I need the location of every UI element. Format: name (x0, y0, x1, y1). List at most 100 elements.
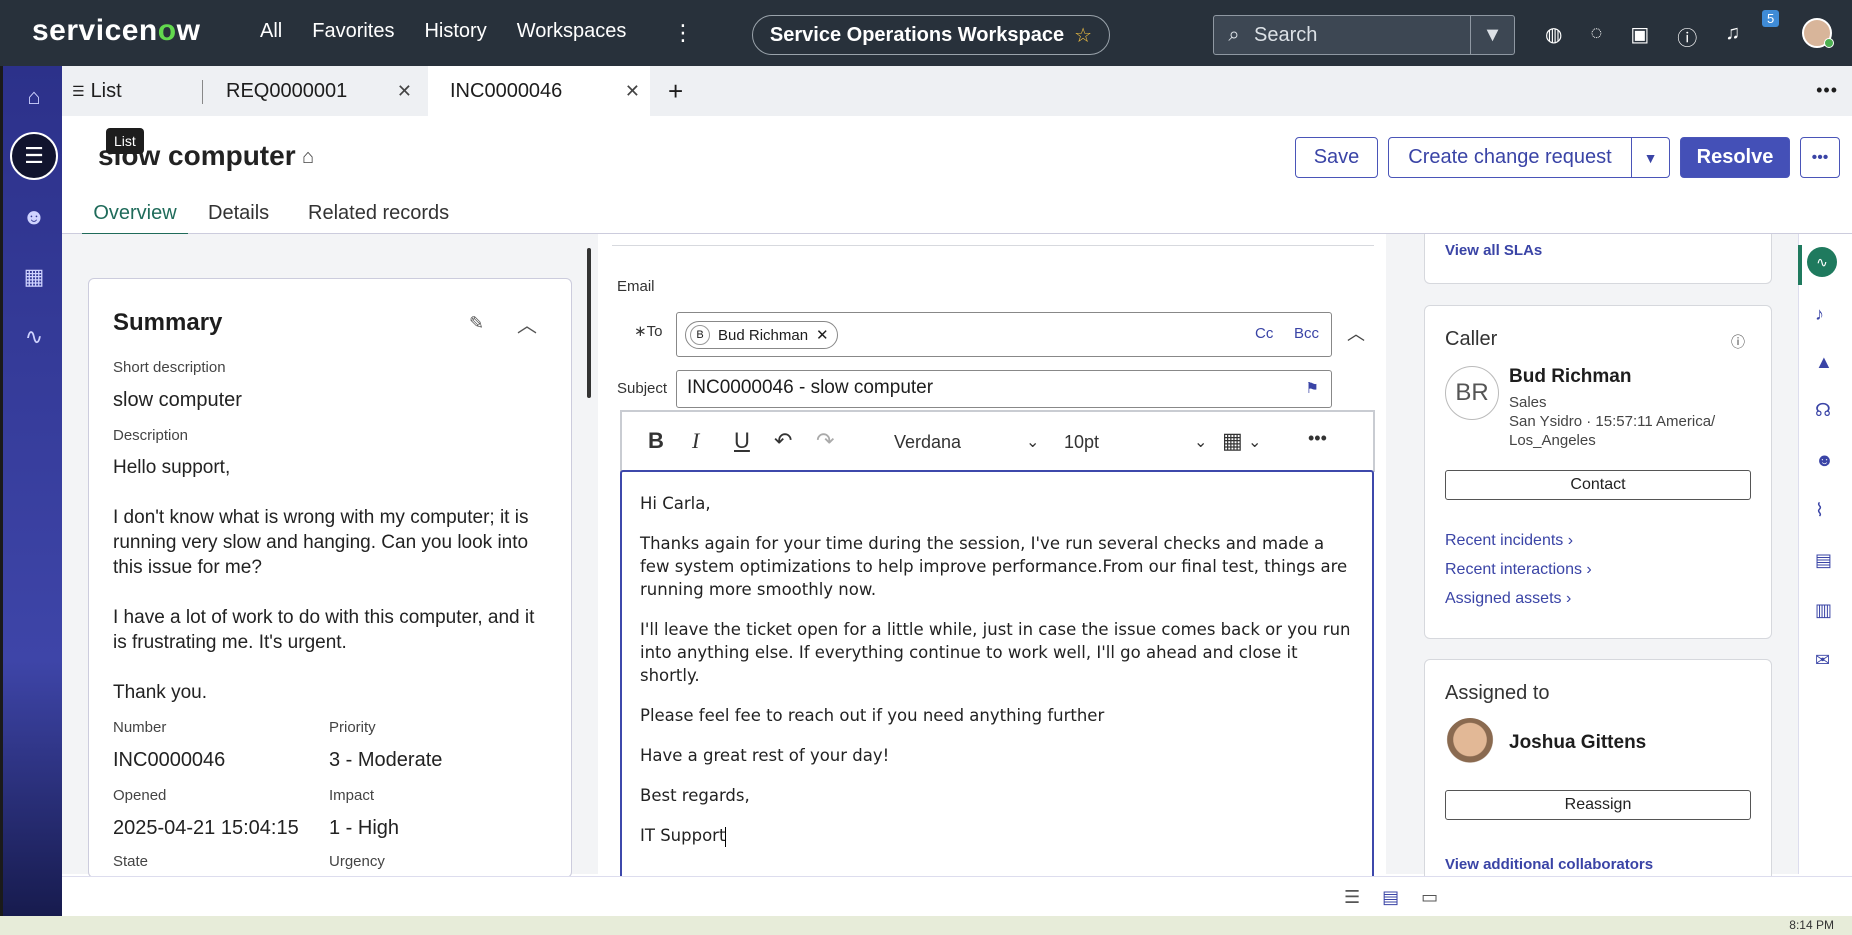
opened-label: Opened (113, 787, 167, 804)
people-icon[interactable]: ☻ (1815, 450, 1834, 471)
body-signature: IT Support (640, 826, 726, 845)
summary-title: Summary (113, 309, 223, 336)
bell-icon[interactable]: ♫ (1725, 22, 1740, 51)
more-horizontal-icon[interactable]: ••• (1816, 80, 1838, 101)
activity-icon[interactable]: ∿ (1807, 247, 1837, 277)
more-options-icon[interactable]: ••• (1308, 428, 1327, 449)
calendar-clock-icon[interactable]: ▦ (13, 256, 55, 298)
collapse-icon[interactable]: ︿ (1347, 320, 1365, 346)
split-view-icon[interactable]: ▤ (1382, 887, 1399, 908)
font-family-select[interactable]: Verdana (894, 432, 961, 453)
screen-icon[interactable]: ▣ (1630, 22, 1649, 51)
pencil-icon[interactable]: ✎ (469, 313, 484, 334)
recent-interactions-link[interactable]: Recent interactions › (1445, 561, 1592, 579)
graduation-cap-icon[interactable]: ▲ (1815, 352, 1833, 373)
undo-icon[interactable]: ↶ (774, 428, 792, 454)
more-actions-icon[interactable]: ••• (1800, 137, 1840, 178)
bcc-button[interactable]: Bcc (1294, 325, 1319, 342)
table-icon[interactable]: ▦ (1222, 428, 1243, 454)
nav-history[interactable]: History (424, 20, 486, 43)
email-body-editor[interactable]: Hi Carla, Thanks again for your time dur… (620, 470, 1374, 880)
search-input[interactable]: Search (1254, 24, 1470, 47)
font-size-select[interactable]: 10pt (1064, 432, 1099, 453)
home-icon[interactable]: ⌂ (13, 76, 55, 118)
tab-req-label: REQ0000001 (226, 79, 348, 102)
top-nav-menu: All Favorites History Workspaces (260, 20, 626, 43)
reassign-button[interactable]: Reassign (1445, 790, 1751, 820)
chevron-down-icon[interactable]: ⌄ (1026, 432, 1039, 452)
editor-toolbar: B I U ↶ ↷ Verdana ⌄ 10pt ⌄ ▦ ⌄ ••• (620, 410, 1375, 472)
subject-field[interactable]: INC0000046 - slow computer ⚑ (676, 370, 1332, 408)
text-caret (725, 826, 727, 847)
create-change-request-button[interactable]: Create change request (1388, 137, 1632, 178)
headset-icon[interactable]: ☊ (1815, 400, 1831, 421)
bell-icon[interactable]: ♪ (1815, 304, 1824, 325)
notes-icon[interactable]: ▥ (1815, 600, 1832, 621)
tab-overview[interactable]: Overview (82, 202, 188, 236)
recipient-chip[interactable]: B Bud Richman ✕ (685, 321, 838, 349)
tag-icon[interactable]: ⌂ (302, 146, 314, 169)
mail-icon[interactable]: ✉ (1815, 650, 1830, 671)
redo-icon[interactable]: ↷ (816, 428, 834, 454)
flag-icon[interactable]: ⚑ (1306, 379, 1319, 397)
document-icon[interactable]: ▤ (1815, 550, 1832, 571)
tab-req0000001[interactable]: REQ0000001 ✕ (204, 66, 422, 116)
chat-icon[interactable]: ◌ (1590, 22, 1602, 51)
assigned-card: Assigned to Joshua Gittens Reassign View… (1424, 659, 1772, 899)
chevron-down-icon[interactable]: ▼ (1631, 137, 1670, 178)
paperclip-icon[interactable]: ⌇ (1815, 500, 1824, 521)
tab-inc0000046[interactable]: INC0000046 ✕ (428, 66, 650, 116)
close-icon[interactable]: ✕ (397, 81, 412, 102)
add-tab-icon[interactable]: + (668, 76, 683, 107)
to-field[interactable]: B Bud Richman ✕ Cc Bcc (676, 312, 1332, 357)
workspace-selector[interactable]: Service Operations Workspace ☆ (752, 15, 1110, 55)
assigned-title: Assigned to (1445, 682, 1550, 704)
groups-icon[interactable]: ☻ (13, 196, 55, 238)
search-dropdown-icon[interactable]: ▼ (1470, 16, 1514, 54)
recent-incidents-link[interactable]: Recent incidents › (1445, 532, 1573, 550)
globe-icon[interactable]: ◍ (1545, 22, 1562, 51)
save-button[interactable]: Save (1295, 137, 1378, 178)
view-all-slas-link[interactable]: View all SLAs (1445, 242, 1542, 259)
chevron-up-icon[interactable]: ︿ (517, 309, 537, 338)
body-paragraph: Have a great rest of your day! (640, 746, 890, 765)
pulse-icon[interactable]: ∿ (13, 316, 55, 358)
star-icon[interactable]: ☆ (1074, 23, 1092, 48)
single-view-icon[interactable]: ▭ (1421, 887, 1438, 908)
remove-recipient-icon[interactable]: ✕ (816, 326, 829, 344)
body-greeting: Hi Carla, (640, 494, 711, 513)
caller-department: Sales (1509, 394, 1547, 411)
list-view-icon[interactable]: ☰ (1344, 887, 1360, 908)
cc-button[interactable]: Cc (1255, 325, 1273, 342)
divider (612, 245, 1374, 246)
resolve-button[interactable]: Resolve (1680, 137, 1790, 178)
view-collaborators-link[interactable]: View additional collaborators (1445, 856, 1653, 873)
list-icon[interactable]: ☰ (10, 132, 58, 180)
underline-icon[interactable]: U (734, 428, 750, 454)
tab-details[interactable]: Details (208, 202, 269, 233)
servicenow-logo[interactable]: servicenow (32, 14, 200, 48)
italic-icon[interactable]: I (692, 428, 699, 454)
assignee-name: Joshua Gittens (1509, 732, 1647, 753)
body-signoff: Best regards, (640, 786, 750, 805)
column-resize-handle[interactable] (587, 248, 591, 398)
to-label: ∗To (634, 323, 663, 340)
nav-workspaces[interactable]: Workspaces (517, 20, 627, 43)
nav-favorites[interactable]: Favorites (312, 20, 394, 43)
info-icon[interactable]: ⓘ (1731, 332, 1745, 352)
nav-all[interactable]: All (260, 20, 282, 43)
bold-icon[interactable]: B (648, 428, 664, 454)
help-icon[interactable]: ⓘ (1677, 22, 1697, 51)
summary-card: Summary ✎ ︿ Short description slow compu… (88, 278, 572, 878)
tooltip: List (106, 128, 144, 154)
more-menu-icon[interactable]: ⋮ (672, 20, 694, 46)
chevron-down-icon[interactable]: ⌄ (1248, 432, 1261, 452)
global-search[interactable]: ⌕ Search ▼ (1213, 15, 1515, 55)
chevron-down-icon[interactable]: ⌄ (1194, 432, 1207, 452)
close-icon[interactable]: ✕ (625, 81, 640, 102)
assigned-assets-link[interactable]: Assigned assets › (1445, 590, 1571, 608)
tab-related-records[interactable]: Related records (308, 202, 449, 233)
user-avatar[interactable] (1802, 18, 1834, 48)
tab-list[interactable]: ☰ List (72, 66, 192, 116)
contact-button[interactable]: Contact (1445, 470, 1751, 500)
